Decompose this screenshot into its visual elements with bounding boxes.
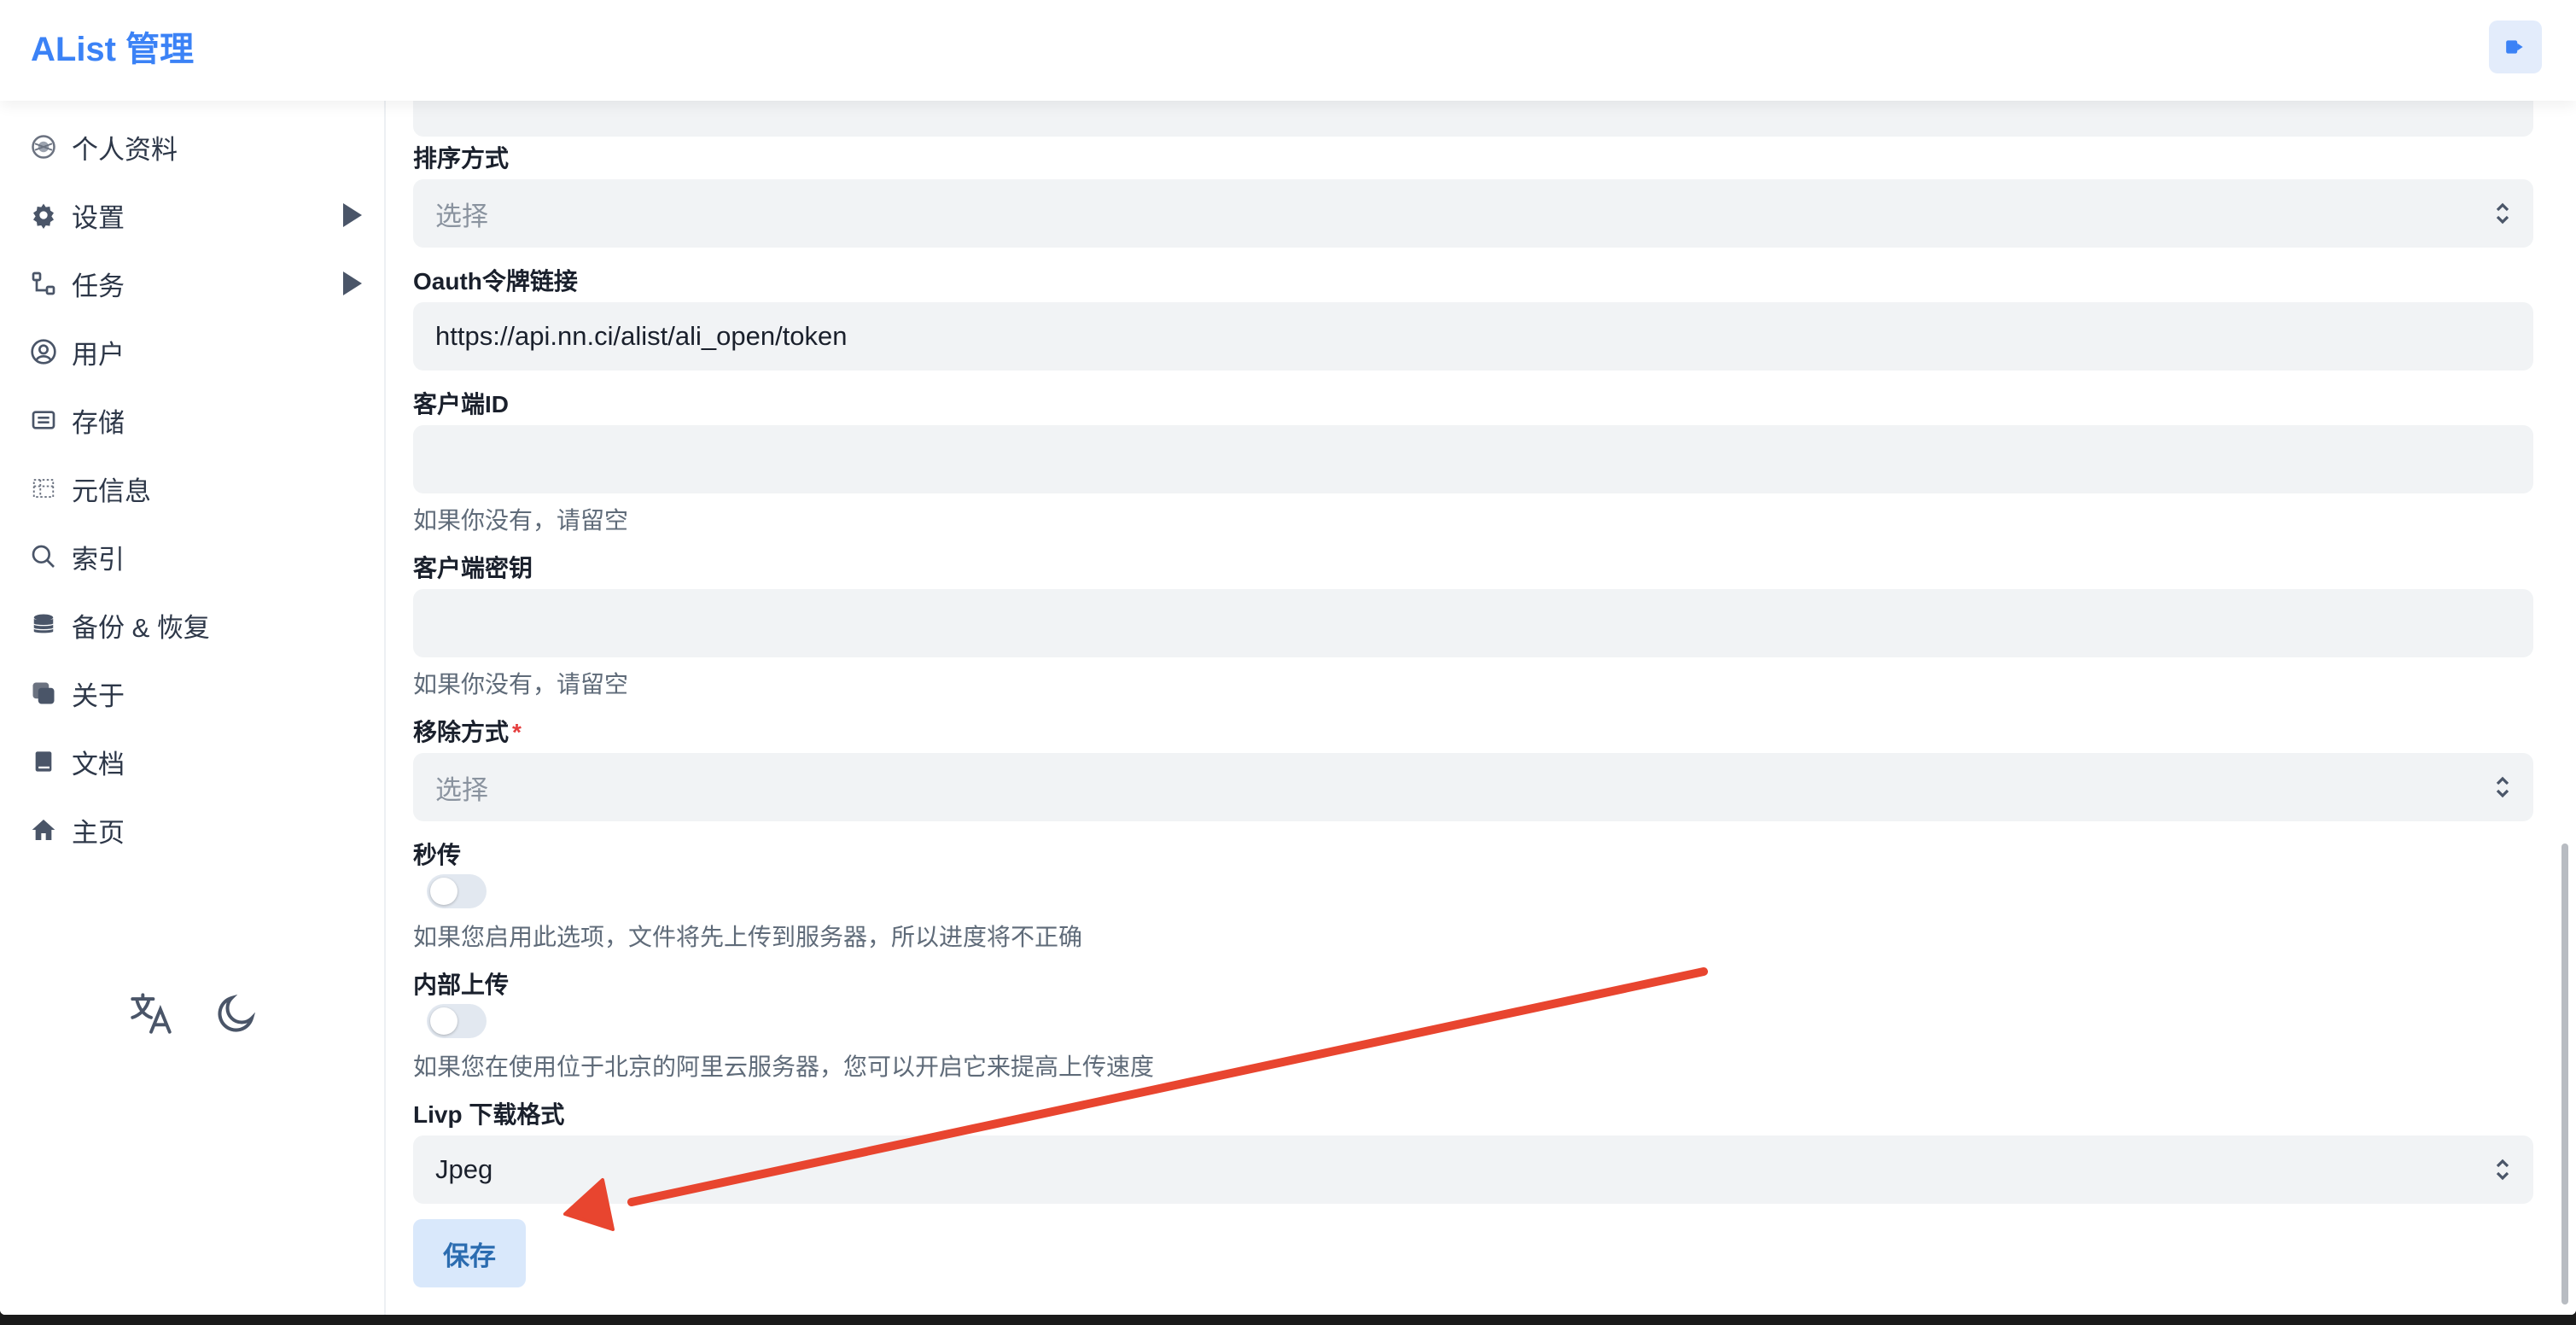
moon-icon[interactable] (212, 989, 261, 1038)
required-mark: * (512, 719, 522, 745)
toggle-knob (430, 1007, 458, 1035)
remove-way-select[interactable]: 选择 (413, 753, 2533, 821)
toggle-knob (430, 878, 458, 905)
sidebar-item-label: 主页 (72, 817, 125, 848)
remove-way-label: 移除方式 * (413, 714, 522, 748)
sidebar-item-index[interactable]: 索引 (29, 531, 362, 582)
sidebar-item-settings[interactable]: 设置 (29, 190, 362, 241)
client-secret-input[interactable] (413, 589, 2533, 657)
client-secret-help: 如果你没有，请留空 (413, 671, 629, 698)
app-title[interactable]: AList 管理 (31, 26, 194, 73)
save-button[interactable]: 保存 (413, 1219, 526, 1287)
meta-icon (29, 474, 58, 503)
client-id-help: 如果你没有，请留空 (413, 507, 629, 534)
sidebar-item-label: 个人资料 (72, 134, 178, 165)
sidebar-item-meta[interactable]: 元信息 (29, 463, 362, 514)
database-icon (29, 610, 58, 639)
search-icon (29, 542, 58, 571)
select-value: Jpeg (435, 1154, 493, 1184)
client-secret-label: 客户端密钥 (413, 555, 533, 581)
app-window: AList 管理 个人资料 设置 任务 用户 存储 元信息 索引 备份 & 恢复… (0, 0, 2576, 1315)
select-placeholder: 选择 (435, 201, 488, 231)
sidebar-item-tasks[interactable]: 任务 (29, 258, 362, 309)
internal-upload-label: 内部上传 (413, 972, 510, 998)
user-icon (29, 337, 58, 366)
chevron-updown-icon (2494, 1156, 2511, 1190)
top-header: AList 管理 (0, 0, 2576, 101)
internal-upload-toggle[interactable] (427, 1004, 487, 1038)
sidebar-item-label: 备份 & 恢复 (72, 612, 210, 643)
input-value: https://api.nn.ci/alist/ali_open/token (435, 321, 848, 351)
internal-upload-help: 如果您在使用位于北京的阿里云服务器，您可以开启它来提高上传速度 (413, 1054, 1155, 1080)
storage-form: 排序方式 选择 Oauth令牌链接 https://api.nn.ci/alis… (386, 68, 2576, 1315)
about-icon (29, 679, 58, 708)
logout-button[interactable] (2489, 20, 2542, 73)
sidebar-item-label: 用户 (72, 339, 125, 370)
sidebar-item-storage[interactable]: 存储 (29, 394, 362, 446)
order-direction-label: 排序方式 (413, 145, 510, 172)
sidebar-item-label: 存储 (72, 407, 125, 438)
translate-icon[interactable] (126, 989, 176, 1038)
home-icon (29, 815, 58, 844)
oauth-token-url-label: Oauth令牌链接 (413, 268, 578, 295)
scrollbar-thumb[interactable] (2561, 843, 2568, 1305)
order-direction-select[interactable]: 选择 (413, 179, 2533, 248)
task-icon (29, 269, 58, 298)
sidebar-item-label: 设置 (72, 202, 125, 233)
sidebar-item-profile[interactable]: 个人资料 (29, 121, 362, 172)
sidebar-item-backup[interactable]: 备份 & 恢复 (29, 599, 362, 651)
sidebar-item-docs[interactable]: 文档 (29, 736, 362, 787)
livp-format-label: Livp 下载格式 (413, 1101, 565, 1128)
livp-format-select[interactable]: Jpeg (413, 1135, 2533, 1204)
sidebar-item-label: 元信息 (72, 476, 151, 506)
profile-icon (29, 132, 58, 161)
sidebar-utilities (126, 989, 261, 1038)
book-icon (29, 747, 58, 776)
chevron-updown-icon (2494, 773, 2511, 808)
sidebar-item-label: 文档 (72, 749, 125, 779)
sidebar-item-label: 任务 (72, 271, 125, 301)
sidebar-item-label: 关于 (72, 680, 125, 711)
expand-arrow-icon[interactable] (341, 271, 362, 300)
rapid-upload-toggle[interactable] (427, 874, 487, 908)
main-scrollbar[interactable] (2559, 101, 2571, 1315)
sidebar-item-about[interactable]: 关于 (29, 668, 362, 719)
sidebar: 个人资料 设置 任务 用户 存储 元信息 索引 备份 & 恢复 关于 文档 主页 (0, 101, 386, 1315)
rapid-upload-help: 如果您启用此选项，文件将先上传到服务器，所以进度将不正确 (413, 924, 1083, 950)
chevron-updown-icon (2494, 200, 2511, 234)
sidebar-item-home[interactable]: 主页 (29, 804, 362, 855)
rapid-upload-label: 秒传 (413, 842, 462, 868)
oauth-token-url-input[interactable]: https://api.nn.ci/alist/ali_open/token (413, 302, 2533, 371)
client-id-label: 客户端ID (413, 391, 510, 417)
storage-icon (29, 406, 58, 435)
sidebar-item-label: 索引 (72, 544, 125, 575)
logout-icon (2506, 40, 2523, 54)
select-placeholder: 选择 (435, 774, 488, 805)
expand-arrow-icon[interactable] (341, 203, 362, 231)
sidebar-item-users[interactable]: 用户 (29, 326, 362, 377)
remove-way-label-text: 移除方式 (413, 719, 510, 745)
gear-icon (29, 201, 58, 230)
client-id-input[interactable] (413, 425, 2533, 493)
